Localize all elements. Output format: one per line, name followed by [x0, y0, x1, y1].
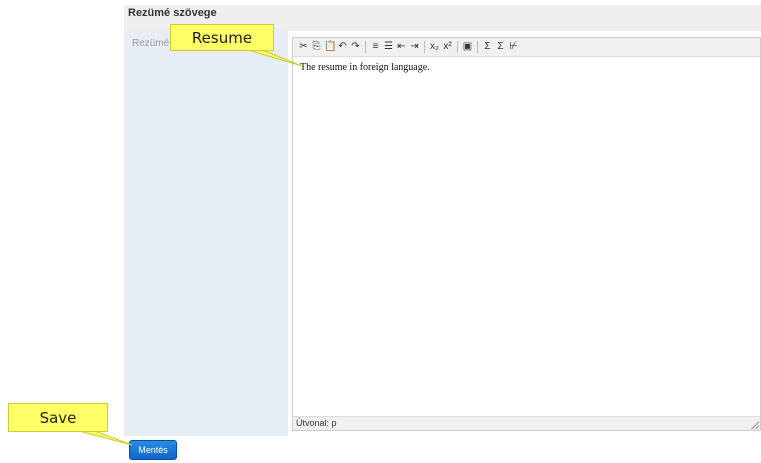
rich-text-editor[interactable]: ✂ ⎘ 📋 ↶ ↷ ≡ ☰ ⇤ ⇥ x₂ x² ▣ Σ Σ ⊬ The resume in foreign … — [292, 37, 761, 431]
copy-icon[interactable]: ⎘ — [311, 41, 322, 53]
status-path: Útvonal: p — [296, 418, 337, 428]
toolbar-separator — [424, 41, 425, 53]
sigma-icon[interactable]: Σ — [495, 41, 506, 53]
unordered-list-icon[interactable]: ☰ — [383, 41, 394, 53]
indent-icon[interactable]: ⇥ — [409, 41, 420, 53]
ordered-list-icon[interactable]: ≡ — [370, 41, 381, 53]
toolbar-separator — [365, 41, 366, 53]
redo-icon[interactable]: ↷ — [350, 41, 361, 53]
formula-icon[interactable]: ⊬ — [508, 41, 519, 53]
image-icon[interactable]: ▣ — [462, 41, 473, 53]
superscript-icon[interactable]: x² — [442, 41, 453, 53]
editor-toolbar: ✂ ⎘ 📋 ↶ ↷ ≡ ☰ ⇤ ⇥ x₂ x² ▣ Σ Σ ⊬ — [293, 38, 760, 57]
undo-icon[interactable]: ↶ — [337, 41, 348, 53]
label-column: Rezümé — [124, 31, 288, 436]
sum-icon[interactable]: Σ — [482, 41, 493, 53]
resume-field-label: Rezümé — [132, 38, 170, 49]
toolbar-separator — [477, 41, 478, 53]
cut-icon[interactable]: ✂ — [298, 41, 309, 53]
editor-content[interactable]: The resume in foreign language. — [300, 62, 430, 73]
resize-handle[interactable] — [751, 421, 759, 429]
outdent-icon[interactable]: ⇤ — [396, 41, 407, 53]
paste-icon[interactable]: 📋 — [324, 41, 336, 53]
editor-status-bar: Útvonal: p — [293, 416, 760, 430]
resume-callout: Resume — [170, 24, 274, 51]
save-button[interactable]: Mentés — [129, 440, 177, 460]
toolbar-separator — [457, 41, 458, 53]
save-callout: Save — [8, 403, 108, 432]
subscript-icon[interactable]: x₂ — [429, 41, 440, 53]
section-title: Rezümé szövege — [128, 7, 217, 19]
